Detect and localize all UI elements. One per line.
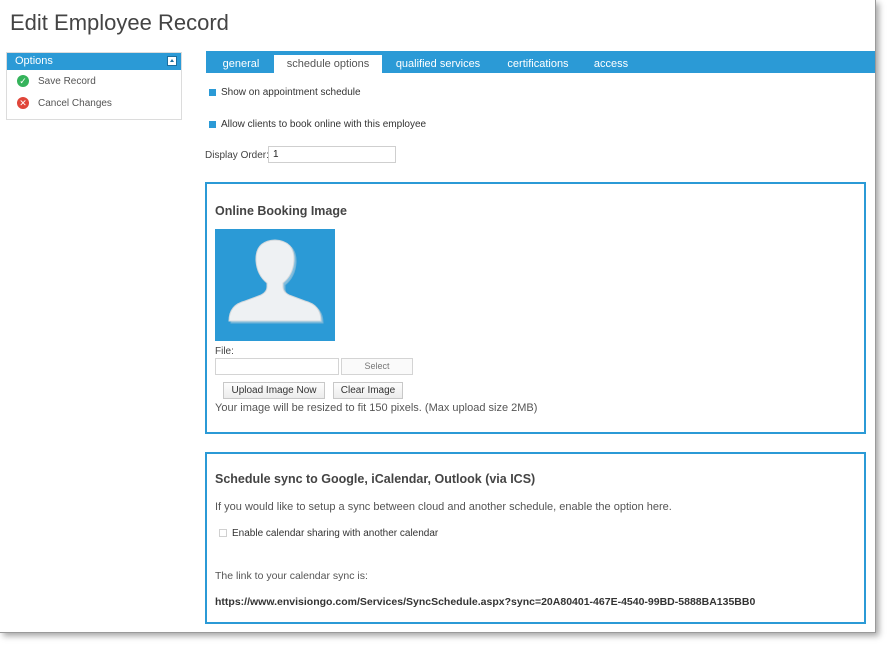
page-title: Edit Employee Record xyxy=(10,10,229,35)
display-order-label: Display Order: xyxy=(205,150,269,161)
tab-access[interactable]: access xyxy=(586,55,636,73)
checked-box-icon xyxy=(209,88,216,96)
allow-online-booking-label: Allow clients to book online with this e… xyxy=(221,119,427,130)
app-window: Edit Employee Record Options ✓ Save Reco… xyxy=(0,0,876,633)
file-path-input[interactable] xyxy=(215,358,339,375)
collapse-icon[interactable] xyxy=(167,56,177,66)
unchecked-box-icon xyxy=(219,529,227,538)
enable-calendar-sharing-label: Enable calendar sharing with another cal… xyxy=(232,528,439,539)
tab-qualified-services[interactable]: qualified services xyxy=(388,55,488,73)
checked-box-icon xyxy=(209,120,216,128)
save-record-button[interactable]: ✓ Save Record xyxy=(7,70,181,92)
file-label: File: xyxy=(215,346,234,357)
schedule-sync-panel: Schedule sync to Google, iCalendar, Outl… xyxy=(205,452,866,624)
schedule-sync-title: Schedule sync to Google, iCalendar, Outl… xyxy=(215,472,536,486)
options-header-label: Options xyxy=(15,55,53,67)
tab-schedule-options[interactable]: schedule options xyxy=(274,55,382,73)
options-panel: Options ✓ Save Record ✕ Cancel Changes xyxy=(6,52,182,120)
display-order-input[interactable] xyxy=(268,146,396,163)
upload-image-button[interactable]: Upload Image Now xyxy=(223,382,325,399)
sync-link-url[interactable]: https://www.envisiongo.com/Services/Sync… xyxy=(215,596,755,608)
show-on-schedule-label: Show on appointment schedule xyxy=(221,87,361,98)
online-booking-image-title: Online Booking Image xyxy=(215,204,347,218)
image-resize-note: Your image will be resized to fit 150 pi… xyxy=(215,402,538,414)
avatar xyxy=(215,229,335,341)
clear-image-button[interactable]: Clear Image xyxy=(333,382,403,399)
save-record-label: Save Record xyxy=(38,75,96,87)
show-on-schedule-checkbox[interactable]: Show on appointment schedule xyxy=(209,87,361,98)
select-file-button[interactable]: Select xyxy=(341,358,413,375)
enable-calendar-sharing-checkbox[interactable]: Enable calendar sharing with another cal… xyxy=(219,528,438,539)
tab-bar: general schedule options qualified servi… xyxy=(206,51,875,73)
user-silhouette-icon xyxy=(228,239,324,324)
allow-online-booking-checkbox[interactable]: Allow clients to book online with this e… xyxy=(209,119,426,130)
sync-description: If you would like to setup a sync betwee… xyxy=(215,501,672,513)
tab-general[interactable]: general xyxy=(214,55,268,73)
cancel-changes-label: Cancel Changes xyxy=(38,97,112,109)
online-booking-image-panel: Online Booking Image File: Select Upload… xyxy=(205,182,866,434)
cancel-changes-button[interactable]: ✕ Cancel Changes xyxy=(7,92,181,114)
options-header: Options xyxy=(7,53,181,70)
sync-link-label: The link to your calendar sync is: xyxy=(215,570,368,582)
tab-certifications[interactable]: certifications xyxy=(498,55,578,73)
check-circle-icon: ✓ xyxy=(17,75,29,87)
x-circle-icon: ✕ xyxy=(17,97,29,109)
